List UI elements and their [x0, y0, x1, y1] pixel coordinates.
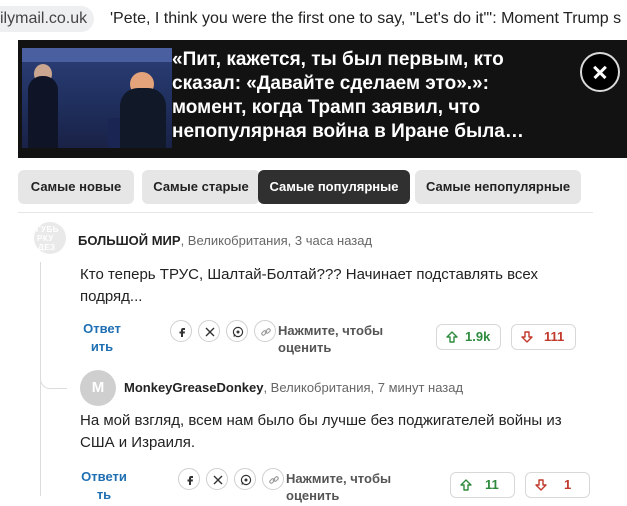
- share-facebook-button[interactable]: [178, 468, 200, 490]
- tab-oldest[interactable]: Самые старые: [142, 170, 260, 204]
- link-icon: [269, 476, 279, 484]
- link-icon: [261, 328, 271, 336]
- tab-least-popular[interactable]: Самые непопулярные: [415, 170, 581, 204]
- article-thumbnail: [22, 48, 172, 148]
- share-x-button[interactable]: [198, 320, 220, 342]
- arrow-up-icon: [446, 331, 458, 343]
- comment-text: На мой взгляд, всем нам было бы лучше бе…: [80, 412, 562, 451]
- username[interactable]: MonkeyGreaseDonkey: [124, 380, 263, 395]
- username[interactable]: БОЛЬШОЙ МИР: [78, 233, 181, 248]
- avatar[interactable]: M: [80, 370, 116, 406]
- share-facebook-button[interactable]: [170, 320, 192, 342]
- article-title: «Пит, кажется, ты был первым, кто сказал…: [172, 49, 524, 142]
- rate-prompt: Нажмите, чтобы оценить: [278, 323, 384, 355]
- upvote-button[interactable]: 1.9k: [436, 324, 501, 350]
- downvote-count: 111: [544, 329, 565, 344]
- arrow-down-icon: [535, 479, 547, 491]
- copy-link-button[interactable]: [254, 320, 276, 342]
- x-icon: [213, 475, 223, 485]
- rate-prompt: Нажмите, чтобы оценить: [286, 471, 392, 503]
- tab-most-popular[interactable]: Самые популярные: [258, 170, 410, 204]
- page-tab-title: 'Pete, I think you were the first one to…: [110, 10, 622, 27]
- comment-meta: БОЛЬШОЙ МИР, Великобритания, 3 часа наза…: [78, 233, 372, 248]
- arrow-down-icon: [521, 331, 533, 343]
- share-whatsapp-button[interactable]: [226, 320, 248, 342]
- share-whatsapp-button[interactable]: [234, 468, 256, 490]
- divider: [18, 212, 593, 213]
- location-time: , Великобритания, 3 часа назад: [180, 233, 373, 248]
- reply-button[interactable]: Ответ ить: [80, 320, 124, 356]
- x-icon: [205, 327, 215, 337]
- whatsapp-icon: [232, 326, 244, 338]
- facebook-icon: [187, 476, 193, 485]
- arrow-up-icon: [460, 479, 472, 491]
- browser-tab-strip: ilymail.co.uk 'Pete, I think you were th…: [0, 0, 627, 40]
- location-time: , Великобритания, 7 минут назад: [263, 380, 464, 395]
- url-text: ilymail.co.uk: [0, 10, 88, 27]
- comment-meta: MonkeyGreaseDonkey, Великобритания, 7 ми…: [124, 380, 463, 395]
- upvote-count: 11: [485, 477, 499, 492]
- reply-button[interactable]: Ответи ть: [80, 468, 128, 504]
- tab-newest[interactable]: Самые новые: [18, 170, 134, 204]
- thread-branch: [40, 366, 67, 389]
- whatsapp-icon: [240, 474, 252, 486]
- upvote-count: 1.9k: [465, 329, 491, 344]
- close-button[interactable]: [580, 52, 620, 92]
- copy-link-button[interactable]: [262, 468, 284, 490]
- facebook-icon: [179, 328, 185, 337]
- avatar[interactable]: ГУБЬ РКУ ДЕЗ: [34, 222, 66, 254]
- downvote-button[interactable]: 111: [511, 324, 576, 350]
- downvote-button[interactable]: 1: [525, 472, 590, 498]
- article-header: «Пит, кажется, ты был первым, кто сказал…: [18, 40, 627, 158]
- downvote-count: 1: [564, 477, 572, 492]
- share-x-button[interactable]: [206, 468, 228, 490]
- comment-text: Кто теперь ТРУС, Шалтай-Болтай??? Начина…: [80, 266, 538, 305]
- upvote-button[interactable]: 11: [450, 472, 515, 498]
